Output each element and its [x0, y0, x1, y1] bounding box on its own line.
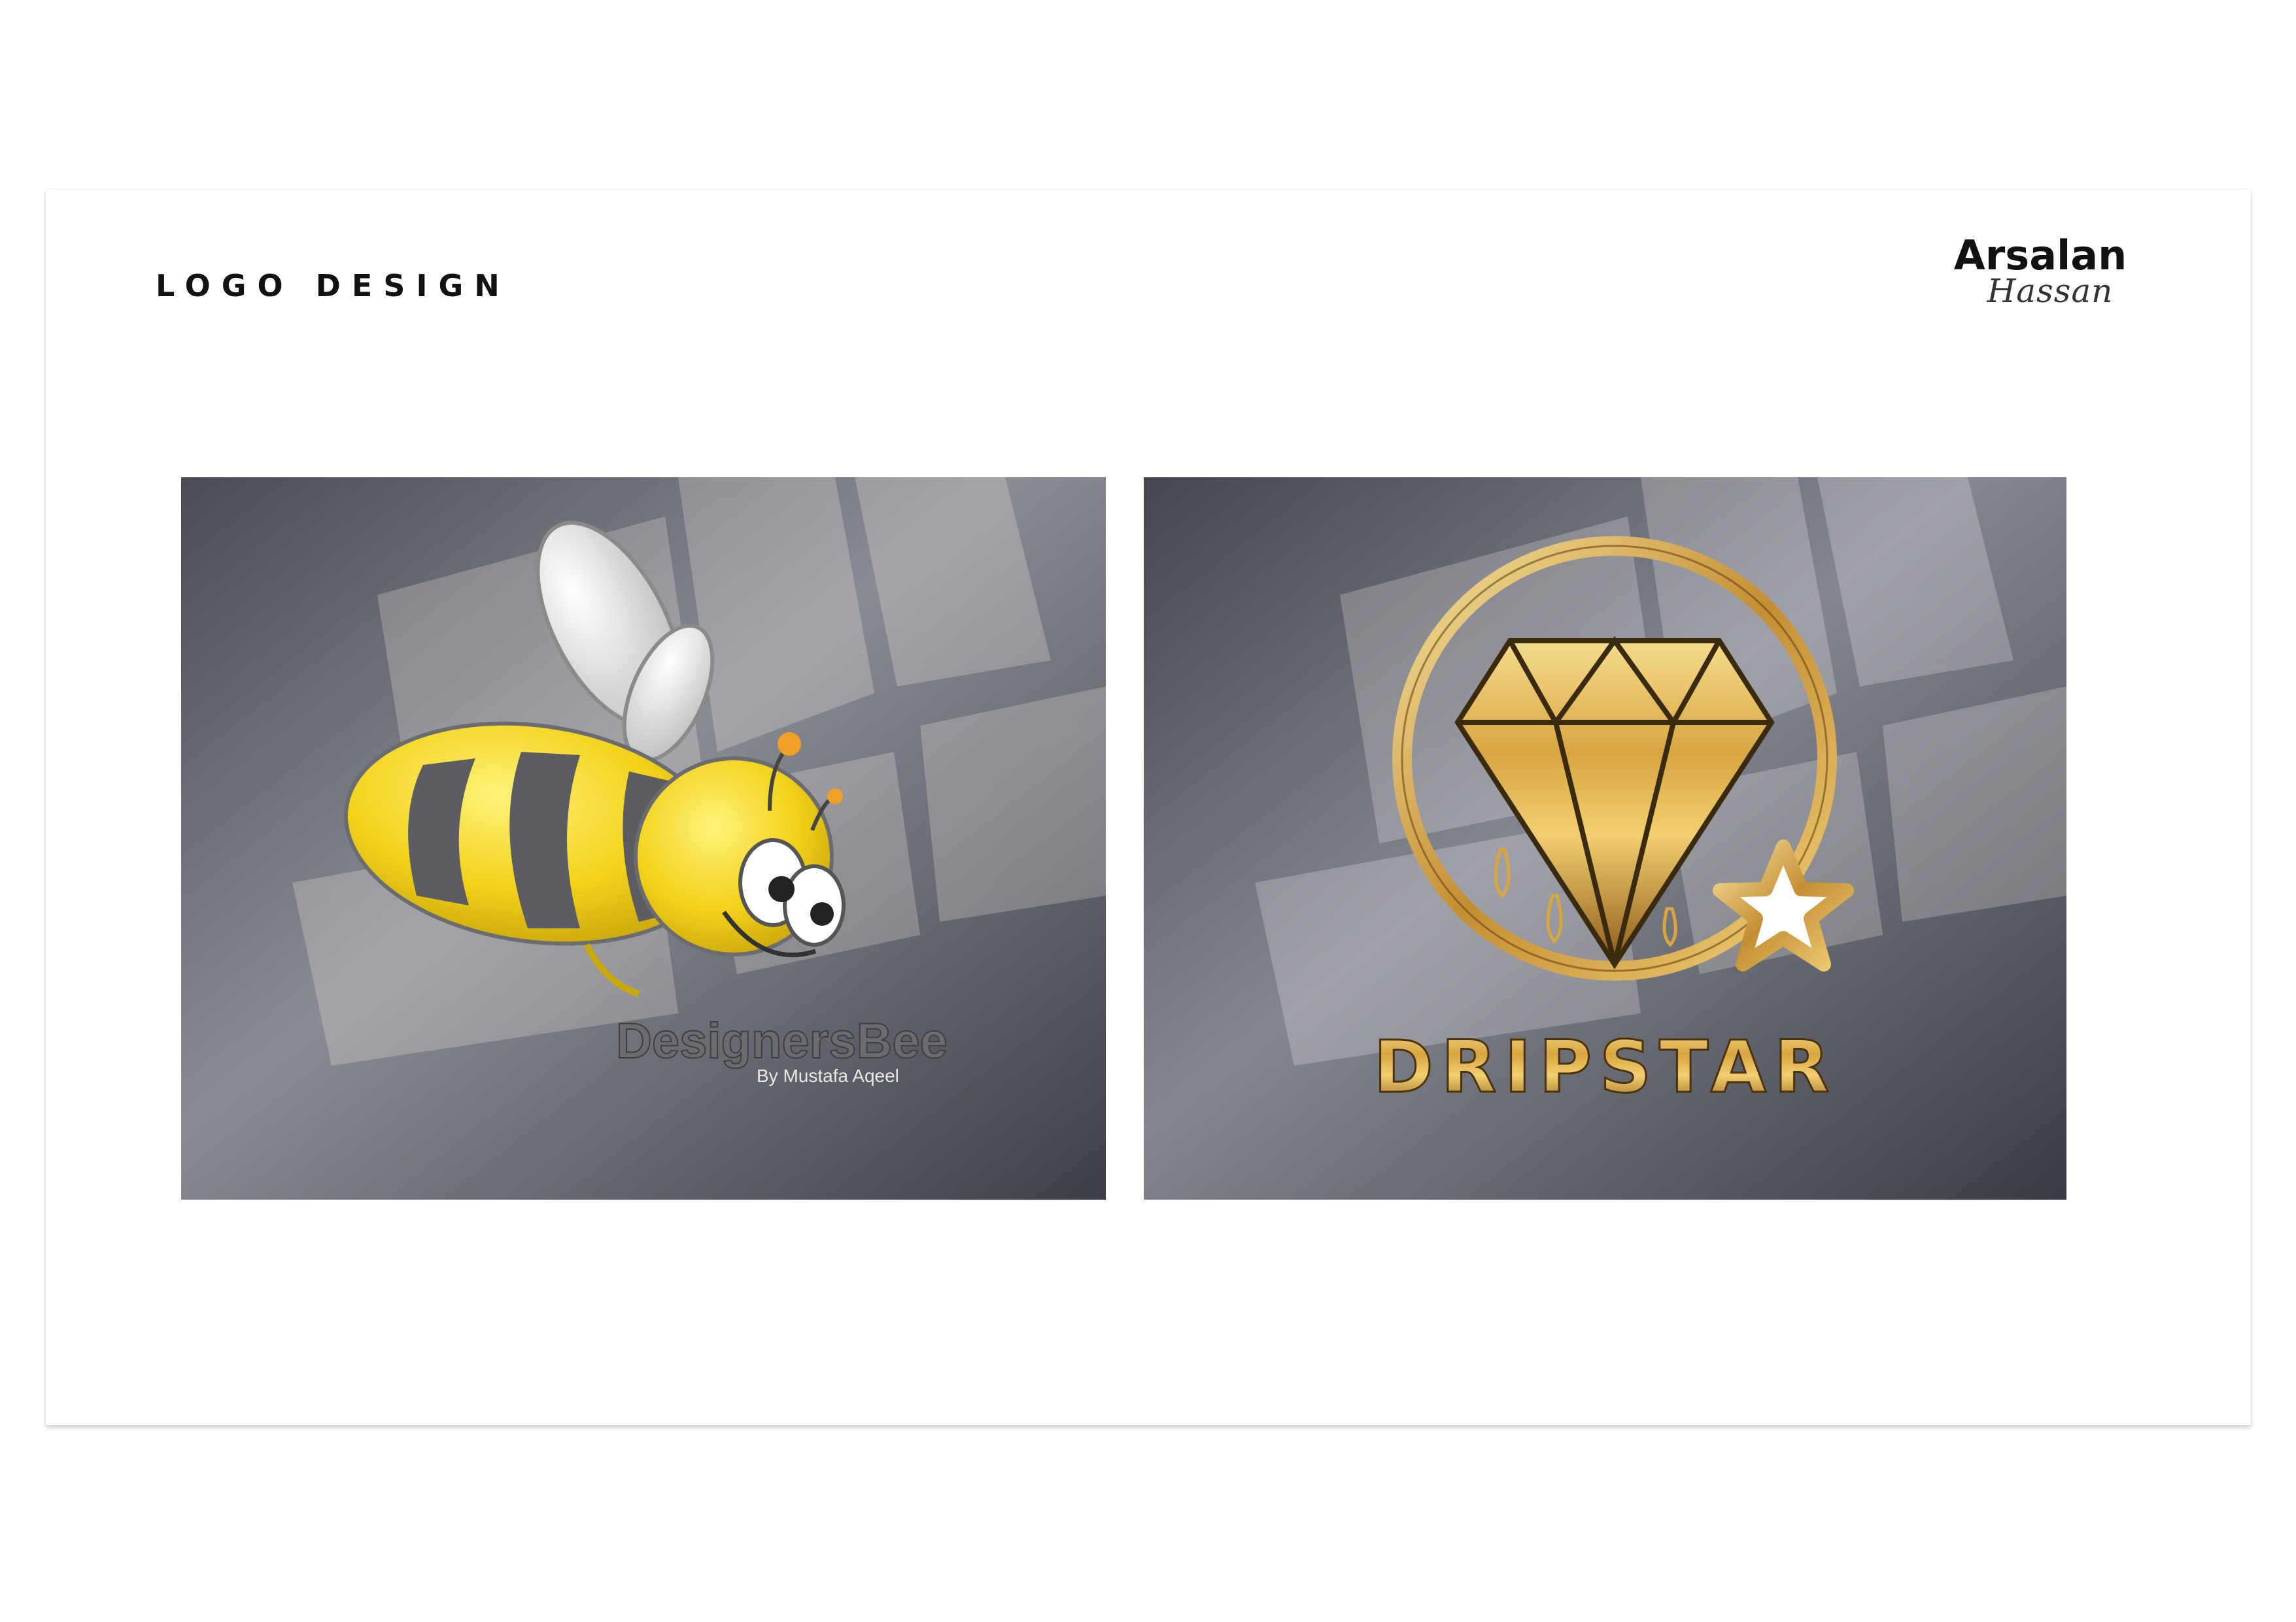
page-title: LOGO DESIGN: [156, 268, 511, 303]
author-logo: Arsalan Hassan: [1936, 231, 2145, 310]
designersbee-mockup: DesignersBee By Mustafa Aqeel: [181, 477, 1106, 1200]
author-first-name: Arsalan: [1953, 231, 2127, 279]
dripstar-mockup: DRIPSTAR: [1144, 477, 2066, 1200]
logo-tagline: By Mustafa Aqeel: [757, 1066, 899, 1086]
logo-name: DRIPSTAR: [1373, 1025, 1837, 1109]
author-last-name: Hassan: [1987, 272, 2114, 310]
logo-name: DesignersBee: [616, 1013, 948, 1069]
